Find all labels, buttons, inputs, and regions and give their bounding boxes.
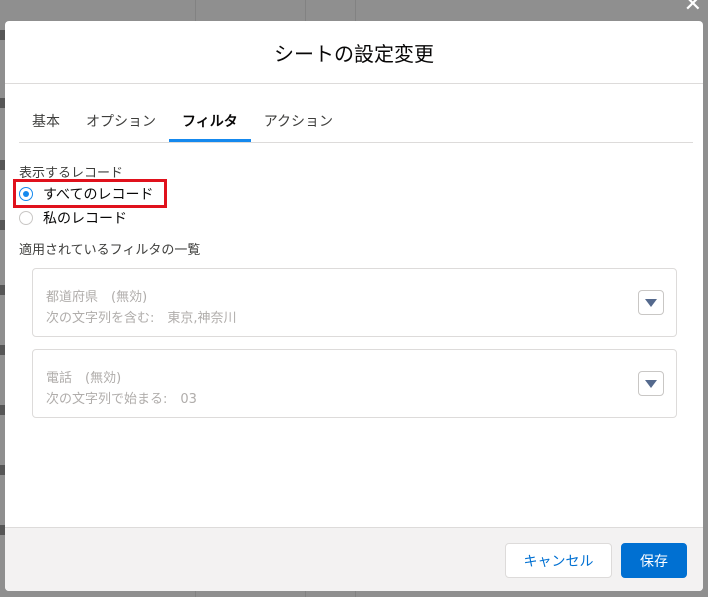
highlight-annotation	[13, 179, 167, 208]
save-button[interactable]: 保存	[621, 543, 687, 578]
tab-filter[interactable]: フィルタ	[169, 105, 251, 142]
filter-menu-button[interactable]	[638, 371, 664, 396]
sheet-settings-modal: シートの設定変更 基本 オプション フィルタ アクション 表示するレコード すべ…	[5, 21, 703, 591]
filter-title: 電話 (無効)	[46, 371, 122, 386]
cancel-button[interactable]: キャンセル	[505, 543, 612, 578]
filter-card-phone: 電話 (無効) 次の文字列で始まる: 03	[32, 349, 677, 418]
radio-unchecked-icon[interactable]	[19, 211, 33, 225]
triangle-down-icon	[645, 298, 657, 307]
triangle-down-icon	[645, 379, 657, 388]
tab-options[interactable]: オプション	[73, 105, 169, 142]
filter-card-prefecture: 都道府県 (無効) 次の文字列を含む: 東京,神奈川	[32, 268, 677, 337]
close-icon[interactable]: ✕	[684, 0, 702, 16]
filter-title: 都道府県 (無効)	[46, 290, 148, 305]
filter-menu-button[interactable]	[638, 290, 664, 315]
modal-title: シートの設定変更	[274, 41, 434, 66]
modal-header: シートの設定変更	[5, 21, 703, 84]
tab-basic[interactable]: 基本	[19, 105, 73, 142]
tab-actions[interactable]: アクション	[251, 105, 346, 142]
radio-my-records[interactable]: 私のレコード	[19, 207, 127, 229]
filter-condition: 次の文字列を含む: 東京,神奈川	[46, 311, 237, 326]
modal-footer: キャンセル 保存	[5, 527, 703, 591]
filters-section-label: 適用されているフィルタの一覧	[19, 243, 201, 258]
radio-my-records-label: 私のレコード	[43, 211, 127, 227]
tab-bar: 基本 オプション フィルタ アクション	[19, 105, 693, 143]
filter-condition: 次の文字列で始まる: 03	[46, 392, 197, 407]
